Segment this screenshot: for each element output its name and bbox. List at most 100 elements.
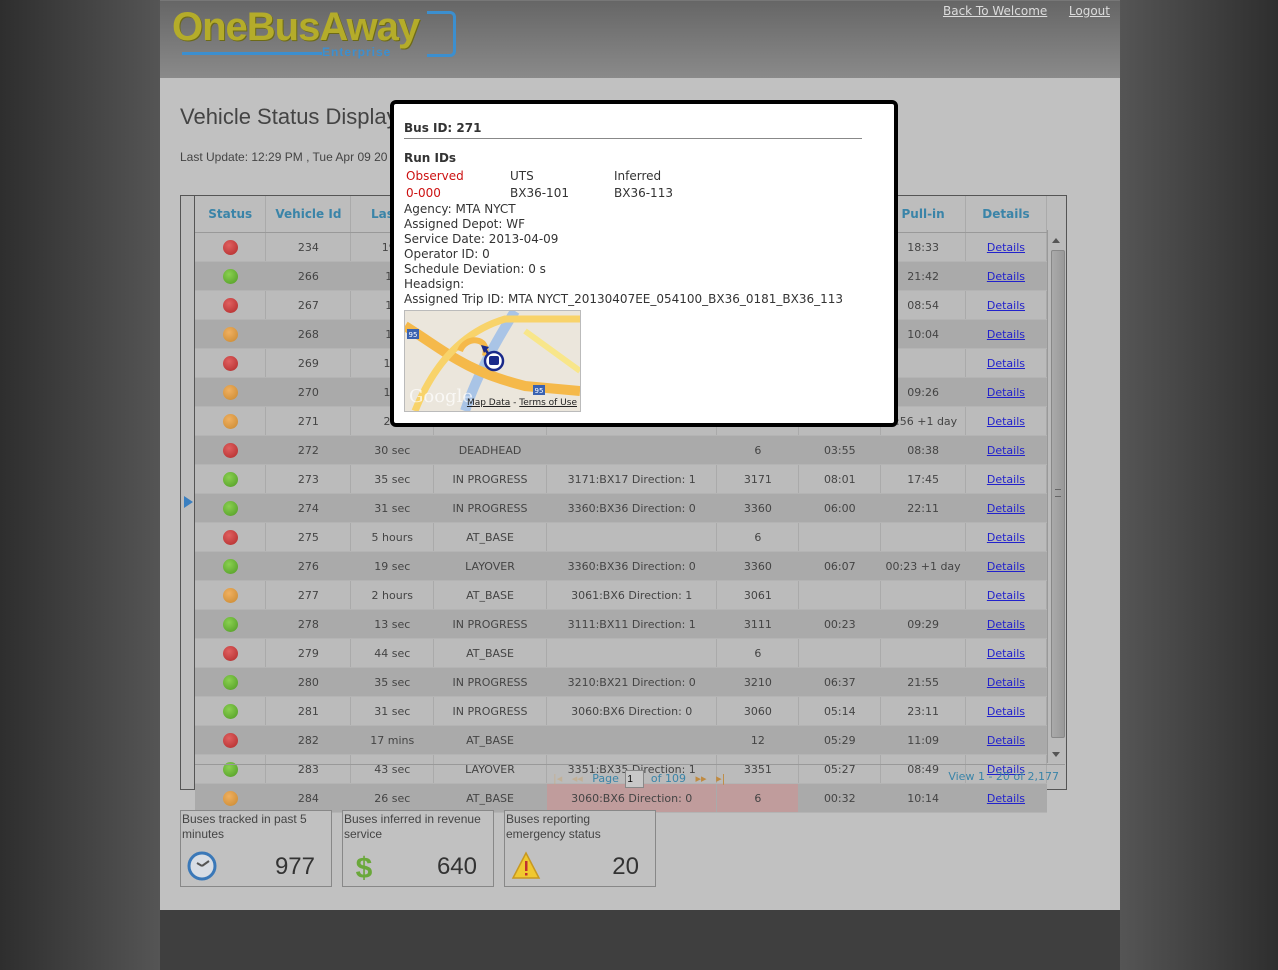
vehicle-id-cell: 279 bbox=[265, 638, 352, 668]
status-orange-icon bbox=[222, 790, 238, 806]
column-header-status[interactable]: Status bbox=[195, 196, 267, 233]
status-red-icon bbox=[222, 732, 238, 748]
pull-in-cell: 23:11 bbox=[880, 696, 966, 726]
last-update: Last Update: 12:29 PM , Tue Apr 09 20 bbox=[180, 150, 388, 164]
details-cell: Details bbox=[965, 667, 1048, 697]
google-logo: Google bbox=[409, 386, 473, 407]
details-link[interactable]: Details bbox=[987, 502, 1025, 515]
block-cell: 3360 bbox=[716, 551, 800, 581]
run-value-observed: 0-000 bbox=[406, 185, 441, 200]
column-header-details[interactable]: Details bbox=[965, 196, 1048, 233]
onebusaway-logo[interactable]: OneBusAway Enterprise bbox=[172, 5, 456, 59]
status-cell bbox=[195, 406, 267, 436]
next-page-icon[interactable]: ▸▸ bbox=[696, 772, 707, 785]
last-page-icon[interactable]: ▸| bbox=[716, 772, 725, 785]
details-link[interactable]: Details bbox=[987, 531, 1025, 544]
last-update-cell: 13 sec bbox=[350, 609, 435, 639]
details-cell: Details bbox=[965, 580, 1048, 610]
last-update-cell: 30 sec bbox=[350, 435, 435, 465]
pull-out-cell: 06:07 bbox=[798, 551, 882, 581]
run-header-observed: Observed bbox=[406, 168, 464, 183]
details-link[interactable]: Details bbox=[987, 647, 1025, 660]
route-cell: 3111:BX11 Direction: 1 bbox=[546, 609, 718, 639]
table-row[interactable]: 275 5 hours AT_BASE 6 Details bbox=[195, 522, 1048, 552]
details-link[interactable]: Details bbox=[987, 357, 1025, 370]
logo-subtext: Enterprise bbox=[322, 45, 392, 59]
details-link[interactable]: Details bbox=[987, 618, 1025, 631]
details-link[interactable]: Details bbox=[987, 473, 1025, 486]
details-link[interactable]: Details bbox=[987, 299, 1025, 312]
phase-cell: AT_BASE bbox=[433, 522, 547, 552]
table-row[interactable]: 278 13 sec IN PROGRESS 3111:BX11 Direction:… bbox=[195, 609, 1048, 639]
details-link[interactable]: Details bbox=[987, 705, 1025, 718]
last-update-cell: 2 hours bbox=[350, 580, 435, 610]
details-link[interactable]: Details bbox=[987, 734, 1025, 747]
status-cell bbox=[195, 377, 267, 407]
stat-value: 640 bbox=[436, 853, 477, 880]
status-red-icon bbox=[222, 297, 238, 313]
details-link[interactable]: Details bbox=[987, 241, 1025, 254]
table-row[interactable]: 279 44 sec AT_BASE 6 Details bbox=[195, 638, 1048, 668]
pull-in-cell bbox=[880, 522, 966, 552]
route-cell bbox=[546, 435, 718, 465]
status-cell bbox=[195, 290, 267, 320]
details-link[interactable]: Details bbox=[987, 328, 1025, 341]
details-link[interactable]: Details bbox=[987, 386, 1025, 399]
first-page-icon[interactable]: |◂ bbox=[553, 772, 562, 785]
expand-arrow-icon[interactable] bbox=[184, 496, 193, 508]
details-link[interactable]: Details bbox=[987, 676, 1025, 689]
status-orange-icon bbox=[222, 384, 238, 400]
operator-id: Operator ID: 0 bbox=[404, 247, 490, 261]
phase-cell: AT_BASE bbox=[433, 725, 547, 755]
details-link[interactable]: Details bbox=[987, 560, 1025, 573]
pull-in-cell bbox=[880, 580, 966, 610]
back-to-welcome-link[interactable]: Back To Welcome bbox=[943, 4, 1047, 18]
status-red-icon bbox=[222, 355, 238, 371]
status-cell bbox=[195, 580, 267, 610]
vertical-scrollbar[interactable] bbox=[1047, 230, 1066, 763]
status-cell bbox=[195, 725, 267, 755]
last-update-cell: 44 sec bbox=[350, 638, 435, 668]
table-row[interactable]: 282 17 mins AT_BASE 12 05:29 11:09 Details bbox=[195, 725, 1048, 755]
route-cell bbox=[546, 522, 718, 552]
table-row[interactable]: 272 30 sec DEADHEAD 6 03:55 08:38 Details bbox=[195, 435, 1048, 465]
page-number-input[interactable] bbox=[625, 770, 645, 788]
mini-map[interactable]: 95 95 Google Map Data - Terms of Use bbox=[404, 310, 581, 412]
scroll-up-icon[interactable] bbox=[1052, 238, 1060, 243]
details-link[interactable]: Details bbox=[987, 270, 1025, 283]
scroll-thumb[interactable] bbox=[1051, 250, 1065, 738]
table-row[interactable]: 277 2 hours AT_BASE 3061:BX6 Direction: 1 30… bbox=[195, 580, 1048, 610]
map-data-link[interactable]: Map Data bbox=[467, 398, 510, 408]
table-row[interactable]: 276 19 sec LAYOVER 3360:BX36 Direction: 0 33… bbox=[195, 551, 1048, 581]
table-row[interactable]: 273 35 sec IN PROGRESS 3171:BX17 Direction:… bbox=[195, 464, 1048, 494]
map-label: 95 bbox=[409, 331, 418, 339]
vehicle-id-cell: 271 bbox=[265, 406, 352, 436]
credit-separator: - bbox=[510, 398, 520, 408]
page-label: Page bbox=[592, 772, 619, 785]
terms-of-use-link[interactable]: Terms of Use bbox=[519, 398, 577, 408]
details-cell: Details bbox=[965, 261, 1048, 291]
details-link[interactable]: Details bbox=[987, 444, 1025, 457]
details-link[interactable]: Details bbox=[987, 792, 1025, 805]
stat-revenue: Buses inferred in revenue service $ 640 bbox=[342, 810, 494, 887]
table-row[interactable]: 280 35 sec IN PROGRESS 3210:BX21 Direction:… bbox=[195, 667, 1048, 697]
popup-info: Agency: MTA NYCT Assigned Depot: WF Serv… bbox=[404, 202, 843, 307]
scroll-down-icon[interactable] bbox=[1052, 752, 1060, 757]
column-header-vehicle-id[interactable]: Vehicle Id bbox=[265, 196, 352, 233]
grid-collapse-bar[interactable] bbox=[181, 196, 195, 789]
details-link[interactable]: Details bbox=[987, 589, 1025, 602]
logout-link[interactable]: Logout bbox=[1069, 4, 1110, 18]
run-ids-table: Observed UTS Inferred 0-000 BX36-101 BX3… bbox=[404, 167, 716, 201]
table-row[interactable]: 274 31 sec IN PROGRESS 3360:BX36 Direction:… bbox=[195, 493, 1048, 523]
pull-out-cell bbox=[798, 638, 882, 668]
vehicle-id-cell: 268 bbox=[265, 319, 352, 349]
details-cell: Details bbox=[965, 725, 1048, 755]
block-cell: 3060 bbox=[716, 696, 800, 726]
pull-in-cell bbox=[880, 638, 966, 668]
vehicle-id-cell: 281 bbox=[265, 696, 352, 726]
details-link[interactable]: Details bbox=[987, 415, 1025, 428]
prev-page-icon[interactable]: ◂◂ bbox=[572, 772, 583, 785]
headsign: Headsign: bbox=[404, 277, 465, 291]
status-orange-icon bbox=[222, 587, 238, 603]
table-row[interactable]: 281 31 sec IN PROGRESS 3060:BX6 Direction: … bbox=[195, 696, 1048, 726]
